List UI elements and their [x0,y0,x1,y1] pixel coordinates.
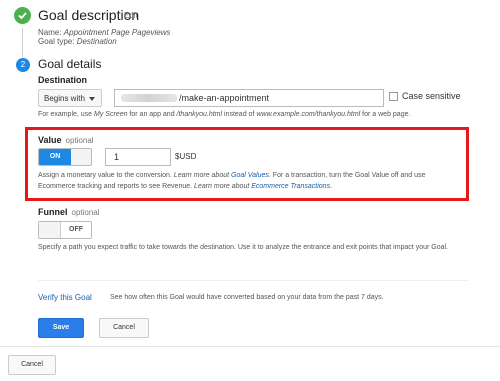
destination-url-input[interactable]: /make-an-appointment [114,89,384,107]
goal-values-link[interactable]: Goal Values [231,172,269,179]
value-label: Value [38,135,62,145]
goal-name-summary: Name: Appointment Page Pageviews [38,28,171,37]
funnel-help-text: Specify a path you expect traffic to tak… [38,244,448,251]
help-text: for an app and [127,111,177,118]
help-text: Assign a monetary value to the conversio… [38,172,174,179]
value-optional-tag: optional [65,136,94,145]
destination-url-value: /make-an-appointment [179,93,270,103]
value-help-text: Assign a monetary value to the conversio… [38,170,463,192]
help-text: instead of [222,111,257,118]
cancel-goal-button[interactable]: Cancel [8,355,56,375]
step-complete-check-icon [14,7,31,24]
match-type-dropdown[interactable]: Begins with [38,89,102,107]
step-connector-line [22,28,23,57]
goal-name-value: Appointment Page Pageviews [63,28,171,37]
help-text: Learn more about [194,183,252,190]
redacted-domain [121,94,177,102]
goal-type-summary: Goal type: Destination [38,37,117,46]
help-example: /thankyou.html [176,111,223,118]
destination-help-text: For example, use My Screen for an app an… [38,111,410,118]
chevron-down-icon [89,97,95,101]
value-toggle-switch[interactable]: ON [38,148,92,166]
goal-value-input[interactable]: 1 [105,148,171,166]
ecommerce-transactions-link[interactable]: Ecommerce Transactions [251,183,330,190]
step-number-badge: 2 [16,58,30,72]
destination-label: Destination [38,75,88,85]
value-toggle-on-label: ON [39,149,71,165]
funnel-optional-tag: optional [71,208,100,217]
currency-label: $USD [175,152,197,161]
divider [0,346,500,347]
edit-goal-description-link[interactable]: Edit [124,11,138,20]
goal-type-value: Destination [76,37,117,46]
case-sensitive-label: Case sensitive [402,91,461,101]
save-button[interactable]: Save [38,318,84,338]
funnel-toggle-off-label: OFF [61,222,91,238]
verify-goal-link[interactable]: Verify this Goal [38,293,92,302]
verify-goal-description: See how often this Goal would have conve… [110,294,384,301]
toggle-knob [71,149,91,165]
funnel-label-row: Funnel optional [38,207,100,217]
help-example: My Screen [94,111,128,118]
toggle-knob [39,222,61,238]
help-text: . [330,183,333,190]
match-type-value: Begins with [44,94,85,103]
help-text: For example, use [38,111,95,118]
value-label-row: Value optional [38,135,94,145]
goal-details-title: Goal details [38,57,102,71]
goal-name-prefix: Name: [38,28,64,37]
cancel-button[interactable]: Cancel [99,318,149,338]
divider [38,280,468,281]
case-sensitive-checkbox[interactable] [389,92,398,101]
help-text: Learn more about [173,172,231,179]
goal-type-prefix: Goal type: [38,37,77,46]
help-example: www.example.com/thankyou.html [256,111,361,118]
funnel-label: Funnel [38,207,68,217]
funnel-toggle-switch[interactable]: OFF [38,221,92,239]
help-text: for a web page. [360,111,411,118]
